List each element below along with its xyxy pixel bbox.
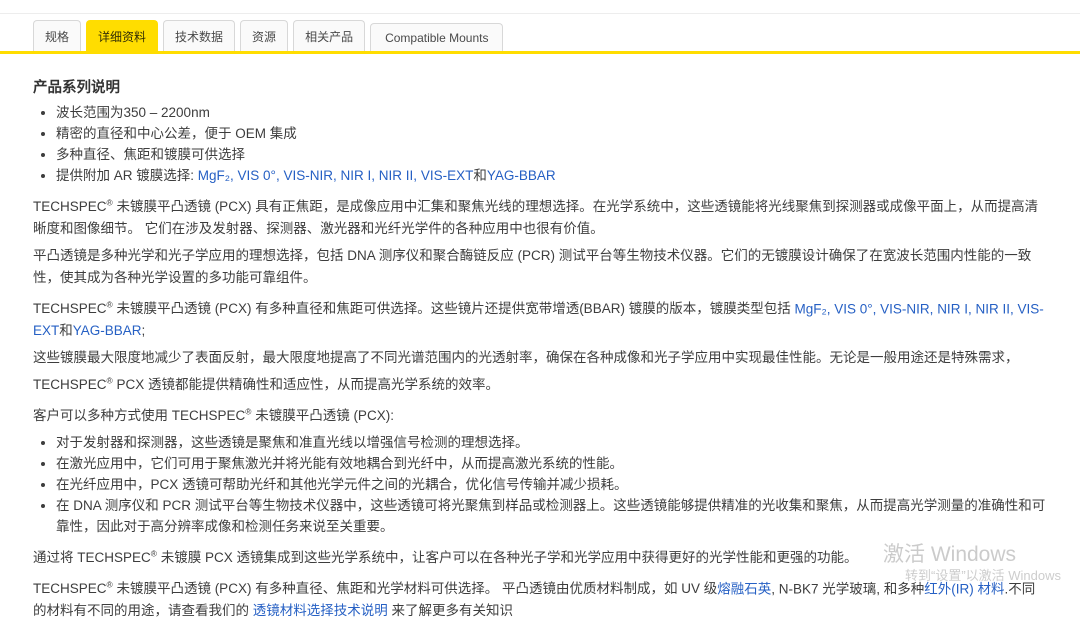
feature-item: 多种直径、焦距和镀膜可供选择 [56, 144, 1048, 165]
text-run: 平凸透镜是多种光学和光子学应用的理想选择，包括 DNA 测序仪和聚合酶链反应 (… [33, 248, 1031, 285]
inline-link[interactable]: VIS 0° [834, 301, 872, 316]
inline-link[interactable]: MgF₂ [794, 301, 826, 316]
tab-bar: 规格 详细资料 技术数据 资源 相关产品 Compatible Mounts [0, 0, 1080, 54]
inline-link[interactable]: NIR I [341, 168, 372, 183]
registered-mark: ® [107, 197, 113, 207]
registered-mark: ® [107, 375, 113, 385]
para-coating-benefits: 这些镀膜最大限度地减少了表面反射，最大限度地提高了不同光谱范围内的光透射率，确保… [33, 347, 1048, 396]
text-run: 在 DNA 测序仪和 PCR 测试平台等生物技术仪器中，这些透镜可将光聚焦到样品… [56, 498, 1045, 534]
registered-mark: ® [151, 548, 157, 558]
tab-resources[interactable]: 资源 [240, 20, 288, 51]
inline-link[interactable]: 红外(IR) 材料 [924, 581, 1004, 596]
tab-related-products[interactable]: 相关产品 [293, 20, 365, 51]
text-run: 这些镀膜最大限度地减少了表面反射，最大限度地提高了不同光谱范围内的光透射率，确保… [33, 350, 1019, 392]
inline-link[interactable]: VIS-NIR [283, 168, 333, 183]
text-run: 客户可以多种方式使用 TECHSPEC® 未镀膜平凸透镜 (PCX): [33, 408, 394, 423]
text-run: 对于发射器和探测器，这些透镜是聚焦和准直光线以增强信号检测的理想选择。 [56, 435, 529, 450]
text-run: 提供附加 AR 镀膜选择: [56, 168, 198, 183]
text-run: 在激光应用中，它们可用于聚焦激光并将光能有效地耦合到光纤中，从而提高激光系统的性… [56, 456, 623, 471]
text-run: TECHSPEC® 未镀膜平凸透镜 (PCX) 有多种直径和焦距可供选择。这些镜… [33, 301, 794, 316]
registered-mark: ® [245, 407, 251, 417]
para-integration: 通过将 TECHSPEC® 未镀膜 PCX 透镜集成到这些光学系统中，让客户可以… [33, 542, 1048, 569]
inline-link[interactable]: YAG-BBAR [487, 168, 556, 183]
inline-link[interactable]: VIS-NIR [880, 301, 930, 316]
feature-list: 波长范围为350 – 2200nm 精密的直径和中心公差，便于 OEM 集成 多… [33, 102, 1048, 186]
para-overview: TECHSPEC® 未镀膜平凸透镜 (PCX) 具有正焦距，是成像应用中汇集和聚… [33, 191, 1048, 240]
inline-link[interactable]: 透镜材料选择技术说明 [253, 603, 388, 618]
usage-list: 对于发射器和探测器，这些透镜是聚焦和准直光线以增强信号检测的理想选择。 在激光应… [33, 432, 1048, 537]
tab-technical-data[interactable]: 技术数据 [163, 20, 235, 51]
text-run: 波长范围为350 – 2200nm [56, 105, 210, 120]
usage-item: 在光纤应用中，PCX 透镜可帮助光纤和其他光学元件之间的光耦合，优化信号传输并减… [56, 474, 1048, 495]
text-run: 精密的直径和中心公差，便于 OEM 集成 [56, 126, 297, 141]
link-separator: , [230, 168, 238, 183]
inline-link[interactable]: 熔融石英 [717, 581, 771, 596]
feature-item: 精密的直径和中心公差，便于 OEM 集成 [56, 123, 1048, 144]
text-run: 在光纤应用中，PCX 透镜可帮助光纤和其他光学元件之间的光耦合，优化信号传输并减… [56, 477, 628, 492]
para-materials: TECHSPEC® 未镀膜平凸透镜 (PCX) 有多种直径、焦距和光学材料可供选… [33, 574, 1048, 622]
inline-link[interactable]: NIR II [379, 168, 414, 183]
registered-mark: ® [107, 300, 113, 310]
inline-link[interactable]: MgF₂ [198, 168, 230, 183]
tab-specifications[interactable]: 规格 [33, 20, 81, 51]
inline-link[interactable]: VIS 0° [238, 168, 276, 183]
tab-details[interactable]: 详细资料 [86, 20, 158, 51]
inline-link[interactable]: VIS-EXT [421, 168, 474, 183]
feature-item: 波长范围为350 – 2200nm [56, 102, 1048, 123]
top-divider [0, 13, 1080, 14]
text-run: , N-BK7 光学玻璃, 和多种 [771, 581, 924, 596]
text-run: 通过将 TECHSPEC® 未镀膜 PCX 透镜集成到这些光学系统中，让客户可以… [33, 550, 857, 565]
inline-link[interactable]: YAG-BBAR [73, 323, 142, 338]
link-separator: , [413, 168, 421, 183]
section-title: 产品系列说明 [33, 76, 1048, 97]
registered-mark: ® [107, 580, 113, 590]
text-run: TECHSPEC® 未镀膜平凸透镜 (PCX) 有多种直径、焦距和光学材料可供选… [33, 581, 717, 596]
para-coating-options: TECHSPEC® 未镀膜平凸透镜 (PCX) 有多种直径和焦距可供选择。这些镜… [33, 294, 1048, 343]
inline-link[interactable]: NIR II [975, 301, 1010, 316]
para-applications: 平凸透镜是多种光学和光子学应用的理想选择，包括 DNA 测序仪和聚合酶链反应 (… [33, 245, 1048, 289]
text-run: 多种直径、焦距和镀膜可供选择 [56, 147, 245, 162]
link-separator: , [1010, 301, 1018, 316]
para-usage-intro: 客户可以多种方式使用 TECHSPEC® 未镀膜平凸透镜 (PCX): [33, 401, 1048, 428]
product-series-description-section: 产品系列说明 波长范围为350 – 2200nm 精密的直径和中心公差，便于 O… [0, 54, 1080, 622]
inline-link[interactable]: NIR I [937, 301, 968, 316]
text-run: TECHSPEC® 未镀膜平凸透镜 (PCX) 具有正焦距，是成像应用中汇集和聚… [33, 199, 1038, 236]
text-run: 和 [59, 323, 73, 338]
text-run: 和 [473, 168, 487, 183]
link-separator: , [371, 168, 379, 183]
usage-item: 对于发射器和探测器，这些透镜是聚焦和准直光线以增强信号检测的理想选择。 [56, 432, 1048, 453]
text-run: 来了解更多有关知识 [388, 603, 513, 618]
text-run: ; [142, 323, 146, 338]
tab-compatible-mounts[interactable]: Compatible Mounts [370, 23, 503, 51]
usage-item: 在激光应用中，它们可用于聚焦激光并将光能有效地耦合到光纤中，从而提高激光系统的性… [56, 453, 1048, 474]
usage-item: 在 DNA 测序仪和 PCR 测试平台等生物技术仪器中，这些透镜可将光聚焦到样品… [56, 495, 1048, 537]
feature-item-coating-options: 提供附加 AR 镀膜选择: MgF₂, VIS 0°, VIS-NIR, NIR… [56, 165, 1048, 186]
link-separator: , [333, 168, 341, 183]
